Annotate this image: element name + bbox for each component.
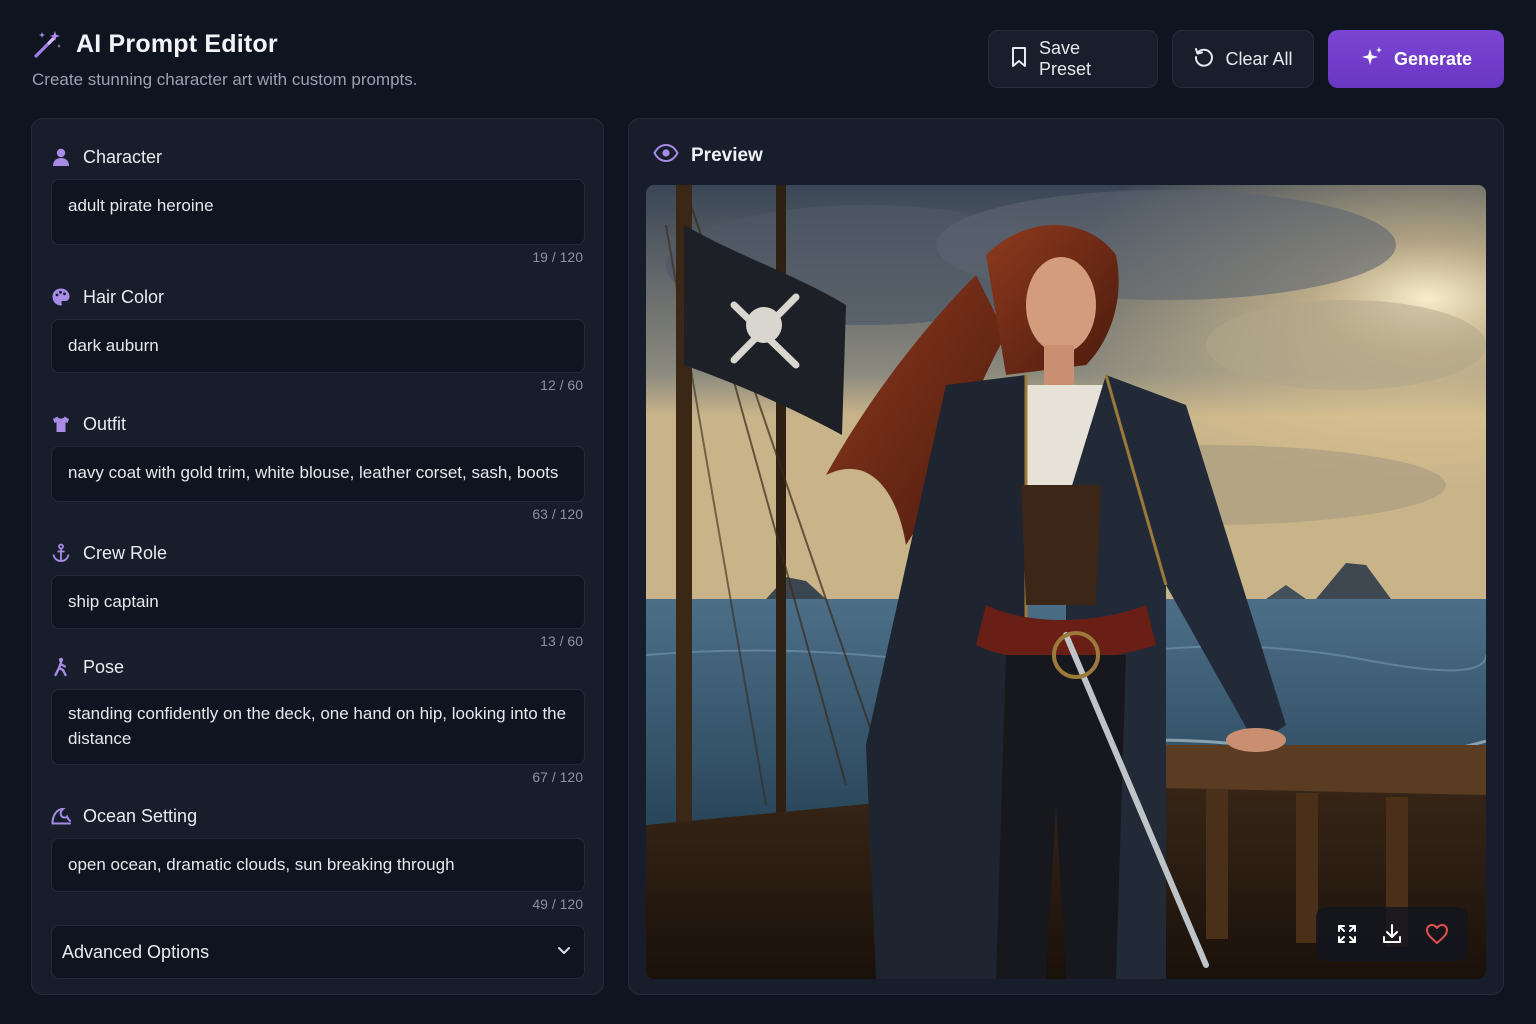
crew-role-counter: 13 / 60 bbox=[540, 633, 583, 649]
character-input[interactable]: adult pirate heroine bbox=[51, 179, 585, 245]
pirate-illustration bbox=[646, 185, 1486, 979]
pose-input[interactable]: standing confidently on the deck, one ha… bbox=[51, 689, 585, 765]
header: AI Prompt Editor Create stunning charact… bbox=[32, 28, 1504, 92]
field-pose-label: Pose bbox=[83, 656, 125, 677]
hair-color-counter: 12 / 60 bbox=[540, 377, 583, 393]
clear-all-label: Clear All bbox=[1225, 48, 1293, 69]
eye-icon bbox=[653, 143, 679, 168]
field-crew-role: Crew Role ship captain 13 / 60 bbox=[51, 541, 585, 649]
field-outfit-label: Outfit bbox=[83, 413, 127, 434]
generate-label: Generate bbox=[1393, 48, 1473, 69]
save-preset-button[interactable]: Save Preset bbox=[988, 30, 1158, 88]
user-icon bbox=[51, 147, 71, 167]
advanced-options-toggle[interactable]: Advanced Options bbox=[51, 925, 585, 979]
preview-title: Preview bbox=[691, 144, 763, 166]
person-pose-icon bbox=[51, 657, 71, 677]
field-ocean-label: Ocean Setting bbox=[83, 805, 198, 826]
advanced-options-label: Advanced Options bbox=[62, 941, 210, 962]
shirt-icon bbox=[51, 414, 71, 434]
reset-icon bbox=[1193, 46, 1215, 73]
field-outfit-label-row: Outfit bbox=[51, 412, 585, 436]
field-pose: Pose standing confidently on the deck, o… bbox=[51, 655, 585, 785]
preview-header: Preview bbox=[653, 143, 763, 168]
heart-icon bbox=[1425, 923, 1449, 945]
pose-counter: 67 / 120 bbox=[532, 769, 583, 785]
palette-icon bbox=[51, 287, 71, 307]
app-root: AI Prompt Editor Create stunning charact… bbox=[0, 0, 1536, 1024]
field-hair-label: Hair Color bbox=[83, 286, 165, 307]
prompt-form-panel: Character adult pirate heroine 19 / 120 … bbox=[31, 118, 604, 995]
field-character: Character adult pirate heroine 19 / 120 bbox=[51, 145, 585, 265]
header-actions: Save Preset Clear All Generate bbox=[988, 30, 1504, 88]
chevron-down-icon bbox=[554, 940, 574, 965]
field-character-label-row: Character bbox=[51, 145, 585, 169]
outfit-input[interactable]: navy coat with gold trim, white blouse, … bbox=[51, 446, 585, 502]
bookmark-icon bbox=[1009, 46, 1029, 73]
field-hair-label-row: Hair Color bbox=[51, 285, 585, 309]
generated-image[interactable] bbox=[646, 185, 1486, 979]
image-toolbar bbox=[1316, 907, 1468, 961]
ocean-setting-input[interactable]: open ocean, dramatic clouds, sun breakin… bbox=[51, 838, 585, 892]
favorite-button[interactable] bbox=[1419, 916, 1455, 952]
field-crew-label: Crew Role bbox=[83, 542, 168, 563]
wave-icon bbox=[51, 806, 71, 826]
field-crew-label-row: Crew Role bbox=[51, 541, 585, 565]
ocean-setting-counter: 49 / 120 bbox=[532, 896, 583, 912]
generate-button[interactable]: Generate bbox=[1328, 30, 1504, 88]
field-pose-label-row: Pose bbox=[51, 655, 585, 679]
save-preset-label: Save Preset bbox=[1039, 38, 1092, 79]
field-hair-color: Hair Color dark auburn 12 / 60 bbox=[51, 285, 585, 393]
character-counter: 19 / 120 bbox=[532, 249, 583, 265]
magic-wand-icon bbox=[32, 28, 64, 60]
sparkle-icon bbox=[1360, 45, 1384, 74]
page-title: AI Prompt Editor bbox=[76, 29, 278, 58]
outfit-counter: 63 / 120 bbox=[532, 506, 583, 522]
expand-icon bbox=[1336, 923, 1358, 945]
hair-color-input[interactable]: dark auburn bbox=[51, 319, 585, 373]
preview-panel: Preview bbox=[628, 118, 1504, 995]
field-outfit: Outfit navy coat with gold trim, white b… bbox=[51, 412, 585, 522]
download-icon bbox=[1381, 923, 1403, 945]
field-ocean-setting: Ocean Setting open ocean, dramatic cloud… bbox=[51, 804, 585, 912]
field-character-label: Character bbox=[83, 146, 163, 167]
field-ocean-label-row: Ocean Setting bbox=[51, 804, 585, 828]
anchor-icon bbox=[51, 543, 71, 563]
expand-button[interactable] bbox=[1329, 916, 1365, 952]
crew-role-input[interactable]: ship captain bbox=[51, 575, 585, 629]
download-button[interactable] bbox=[1374, 916, 1410, 952]
clear-all-button[interactable]: Clear All bbox=[1172, 30, 1314, 88]
